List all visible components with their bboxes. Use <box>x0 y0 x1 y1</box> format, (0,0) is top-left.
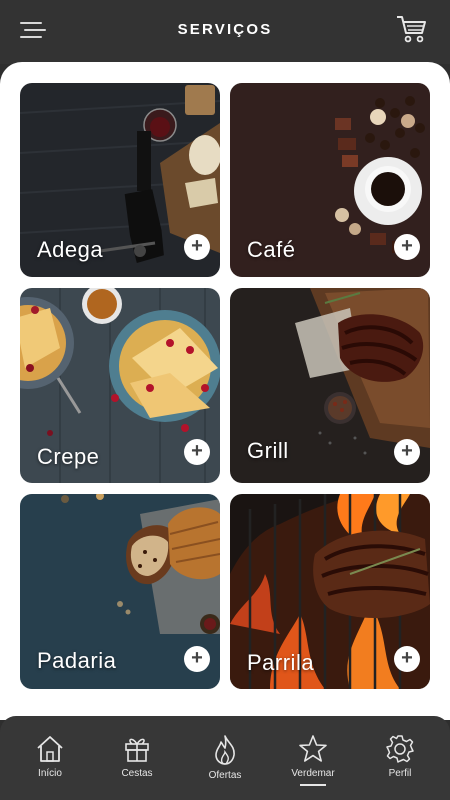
star-icon <box>299 735 327 762</box>
flame-icon <box>215 735 235 765</box>
nav-item-verdemar[interactable]: Verdemar <box>273 734 353 779</box>
active-tab-indicator <box>300 784 326 786</box>
bottom-navigation: Início Cestas Ofertas Verdemar Perfil <box>0 716 450 800</box>
service-card-adega[interactable]: Adega + <box>20 83 220 277</box>
page-title: SERVIÇOS <box>177 21 273 38</box>
services-grid: Adega + Café + Crepe + Grill + Padaria +… <box>0 62 450 720</box>
nav-item-inicio[interactable]: Início <box>10 734 90 779</box>
nav-label: Início <box>38 768 62 779</box>
home-icon <box>37 736 63 762</box>
nav-item-perfil[interactable]: Perfil <box>360 734 440 779</box>
nav-label: Verdemar <box>291 768 335 779</box>
plus-icon[interactable]: + <box>184 646 210 672</box>
plus-icon[interactable]: + <box>184 439 210 465</box>
service-card-grill[interactable]: Grill + <box>230 288 430 483</box>
service-card-padaria[interactable]: Padaria + <box>20 494 220 689</box>
plus-icon[interactable]: + <box>394 439 420 465</box>
shopping-cart-icon[interactable] <box>396 14 428 44</box>
nav-item-cestas[interactable]: Cestas <box>97 734 177 779</box>
service-card-cafe[interactable]: Café + <box>230 83 430 277</box>
app-header: SERVIÇOS <box>0 0 450 64</box>
service-card-crepe[interactable]: Crepe + <box>20 288 220 483</box>
plus-icon[interactable]: + <box>394 234 420 260</box>
gear-icon <box>386 735 414 763</box>
service-label: Crepe <box>37 444 100 469</box>
plus-icon[interactable]: + <box>394 646 420 672</box>
service-label: Grill <box>247 438 289 463</box>
plus-icon[interactable]: + <box>184 234 210 260</box>
nav-item-ofertas[interactable]: Ofertas <box>185 734 265 781</box>
nav-label: Ofertas <box>208 770 242 781</box>
service-label: Parrila <box>247 650 315 675</box>
service-label: Padaria <box>37 648 117 673</box>
gift-icon <box>125 738 149 762</box>
service-label: Café <box>247 237 296 262</box>
nav-label: Perfil <box>388 768 412 779</box>
service-card-parrila[interactable]: Parrila + <box>230 494 430 689</box>
service-label: Adega <box>37 237 104 262</box>
nav-label: Cestas <box>121 768 153 779</box>
